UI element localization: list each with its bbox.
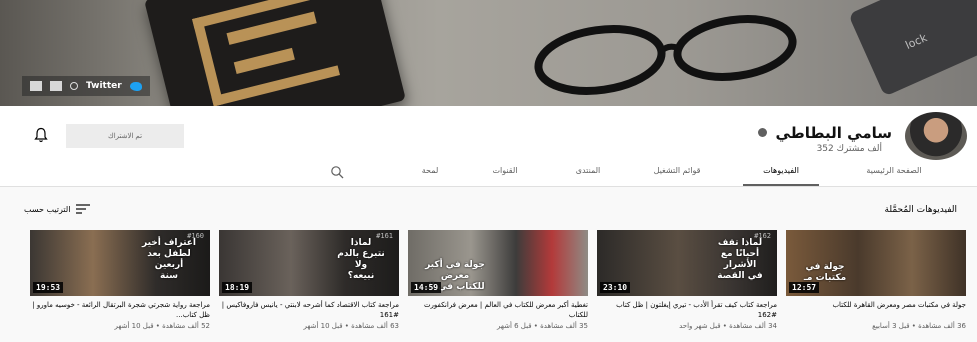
- video-title[interactable]: تغطية أكبر معرض للكتاب في العالم | معرض …: [408, 300, 588, 320]
- video-meta: 63 ألف مشاهدة • قبل 10 أشهر: [303, 322, 399, 330]
- channel-tabs: الصفحة الرئيسية الفيديوهات قوائم التشغيل…: [0, 162, 977, 186]
- link-icon[interactable]: [50, 81, 62, 91]
- section-title: الفيديوهات المُحمَّلة: [884, 205, 957, 215]
- banner-laptop-art: lock: [848, 0, 977, 97]
- thumbnail-text: اعتراف أخير لطفل بعد أربعين سنة: [141, 238, 197, 281]
- video-meta: 52 ألف مشاهدة • قبل 10 أشهر: [114, 322, 210, 330]
- link-icon[interactable]: [30, 81, 42, 91]
- tab-videos[interactable]: الفيديوهات: [743, 166, 819, 186]
- video-meta: 36 ألف مشاهدة • قبل 3 أسابيع: [872, 322, 966, 330]
- video-thumbnail[interactable]: جولة في مكتبات مـ 12:57: [786, 230, 966, 296]
- video-title[interactable]: جولة في مكتبات مصر ومعرض القاهرة للكتاب: [786, 300, 966, 320]
- banner-book-art: [144, 0, 406, 106]
- video-duration: 19:53: [33, 282, 64, 293]
- sort-icon: [76, 204, 91, 214]
- bell-icon[interactable]: [34, 127, 48, 143]
- divider: [0, 186, 977, 187]
- video-meta: 34 ألف مشاهدة • قبل شهر واحد: [679, 322, 777, 330]
- video-duration: 14:59: [411, 282, 442, 293]
- video-card[interactable]: جولة في مكتبات مـ 12:57 جولة في مكتبات م…: [786, 230, 966, 330]
- instagram-icon[interactable]: [70, 82, 78, 90]
- avatar[interactable]: [905, 112, 967, 160]
- tab-home[interactable]: الصفحة الرئيسية: [849, 166, 939, 186]
- banner-glasses-art: [534, 15, 797, 95]
- laptop-key-label: lock: [903, 31, 930, 53]
- video-title[interactable]: مراجعة كتاب الاقتصاد كما أشرحه لابنتي - …: [219, 300, 399, 320]
- sort-label: الترتيب حسب: [24, 204, 71, 214]
- twitter-icon[interactable]: [129, 81, 142, 91]
- video-thumbnail[interactable]: #161 لماذا نتبرع بالدم ولا نبيعه؟ 18:19: [219, 230, 399, 296]
- video-duration: 23:10: [600, 282, 631, 293]
- tab-channels[interactable]: القنوات: [480, 166, 530, 186]
- search-icon[interactable]: [330, 165, 344, 179]
- video-title[interactable]: مراجعة كتاب كيف تقرأ الأدب - تيري إيغلتو…: [597, 300, 777, 320]
- sort-button[interactable]: الترتيب حسب: [24, 204, 91, 214]
- video-meta: 35 ألف مشاهدة • قبل 6 أشهر: [496, 322, 588, 330]
- banner-links: Twitter: [22, 76, 150, 96]
- channel-name[interactable]: سامي البطاطي: [775, 124, 892, 142]
- tab-playlists[interactable]: قوائم التشغيل: [637, 166, 717, 186]
- thumbnail-text: لماذا نتبرع بالدم ولا نبيعه؟: [337, 238, 385, 281]
- video-thumbnail[interactable]: جولة في أكبر معرض للكتاب في الـ 14:59: [408, 230, 588, 296]
- tab-community[interactable]: المنتدى: [563, 166, 613, 186]
- video-thumbnail[interactable]: #160 اعتراف أخير لطفل بعد أربعين سنة 19:…: [30, 230, 210, 296]
- video-card[interactable]: #162 لماذا تقف أحيانًا مع الأشرار في الق…: [597, 230, 777, 330]
- thumbnail-text: جولة في مكتبات مـ: [803, 262, 847, 283]
- video-duration: 18:19: [222, 282, 253, 293]
- video-thumbnail[interactable]: #162 لماذا تقف أحيانًا مع الأشرار في الق…: [597, 230, 777, 296]
- tab-about[interactable]: لمحة: [410, 166, 450, 186]
- video-card[interactable]: جولة في أكبر معرض للكتاب في الـ 14:59 تغ…: [408, 230, 588, 330]
- subscriber-count: 352 ألف مشترك: [816, 144, 882, 154]
- thumbnail-text: لماذا تقف أحيانًا مع الأشرار في القصة: [717, 238, 763, 281]
- twitter-link[interactable]: Twitter: [86, 81, 122, 91]
- video-card[interactable]: #161 لماذا نتبرع بالدم ولا نبيعه؟ 18:19 …: [219, 230, 399, 330]
- video-card[interactable]: #160 اعتراف أخير لطفل بعد أربعين سنة 19:…: [30, 230, 210, 330]
- channel-header: سامي البطاطي 352 ألف مشترك تم الاشتراك ا…: [0, 106, 977, 186]
- video-title[interactable]: مراجعة رواية شجرتي شجرة البرتقال الرائعة…: [30, 300, 210, 320]
- channel-banner: lock Twitter: [0, 0, 977, 106]
- video-duration: 12:57: [789, 282, 820, 293]
- verified-icon: [758, 128, 767, 137]
- subscribed-button[interactable]: تم الاشتراك: [66, 124, 184, 148]
